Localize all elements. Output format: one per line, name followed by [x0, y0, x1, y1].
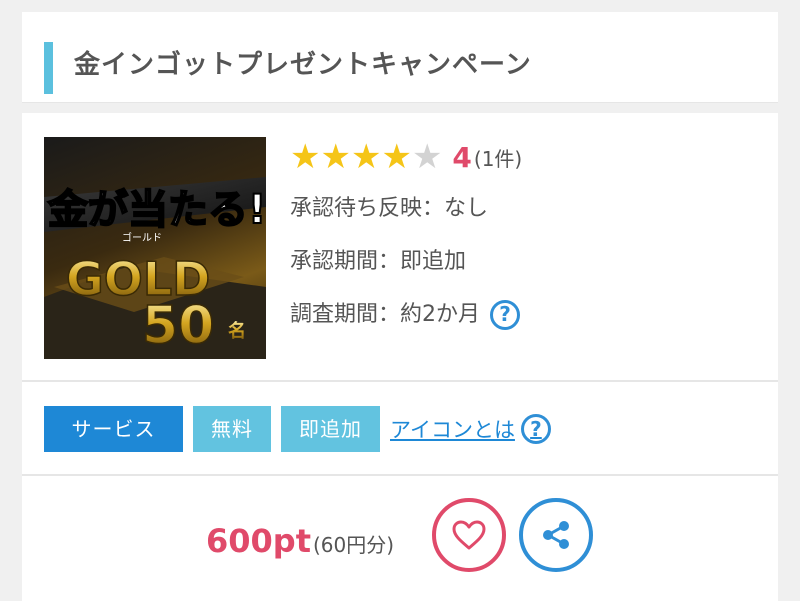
tag-instant: 即追加: [281, 406, 380, 452]
survey-text: 調査期間：約2か月: [290, 302, 480, 327]
question-circle-icon[interactable]: ?: [490, 299, 520, 330]
favorite-button[interactable]: [432, 498, 506, 572]
star-icon: ★: [320, 137, 351, 177]
thumbnail-headline: 金が当たる!: [47, 187, 266, 233]
rating-count: (1件): [473, 146, 523, 171]
tag-free: 無料: [193, 406, 271, 452]
approval-row: 承認期間：即追加: [290, 235, 760, 288]
heart-icon: [452, 520, 486, 550]
thumbnail-count: 50: [142, 296, 214, 356]
points-value: 600pt: [206, 522, 311, 560]
icon-help-link-label[interactable]: アイコンとは: [390, 414, 515, 444]
divider: [22, 474, 778, 476]
survey-row: 調査期間：約2か月 ?: [290, 288, 760, 341]
thumbnail-ruby: ゴールド: [122, 231, 162, 244]
thumbnail-art: 金が当たる! ゴールド GOLD 50 名: [44, 177, 266, 359]
star-icon: ★: [350, 137, 382, 177]
share-button[interactable]: [519, 498, 593, 572]
campaign-thumbnail[interactable]: 金が当たる! ゴールド GOLD 50 名: [44, 137, 266, 359]
question-circle-icon[interactable]: ?: [520, 414, 551, 444]
title-accent-bar: [44, 42, 53, 94]
campaign-info: ★ ★ ★ ★ ★ 4 (1件) 承認待ち反映：なし 承認期間：即追加 調査期間…: [290, 137, 760, 341]
star-icon: ★: [381, 137, 412, 177]
tag-service: サービス: [44, 406, 183, 452]
points-display: 600pt (60円分): [206, 522, 394, 560]
pending-text: 承認待ち反映：なし: [290, 196, 489, 221]
rating-value: 4: [452, 140, 472, 174]
points-row: 600pt (60円分): [22, 496, 778, 586]
icon-help-link[interactable]: アイコンとは ?: [390, 414, 551, 444]
campaign-card: 金が当たる! ゴールド GOLD 50 名 ★ ★ ★ ★ ★ 4 (1件) 承…: [22, 113, 778, 601]
page-title: 金インゴットプレゼントキャンペーン: [74, 50, 532, 80]
share-icon: [543, 521, 569, 549]
approval-text: 承認期間：即追加: [290, 249, 467, 274]
points-yen: (60円分): [313, 533, 395, 557]
thumbnail-unit: 名: [228, 320, 246, 342]
title-card: 金インゴットプレゼントキャンペーン: [22, 12, 778, 103]
rating-row: ★ ★ ★ ★ ★ 4 (1件): [290, 137, 760, 177]
star-icon: ★: [290, 137, 321, 177]
divider: [22, 380, 778, 382]
tag-row: サービス 無料 即追加 アイコンとは ?: [44, 405, 551, 453]
star-empty-icon: ★: [411, 137, 443, 177]
pending-row: 承認待ち反映：なし: [290, 182, 760, 235]
